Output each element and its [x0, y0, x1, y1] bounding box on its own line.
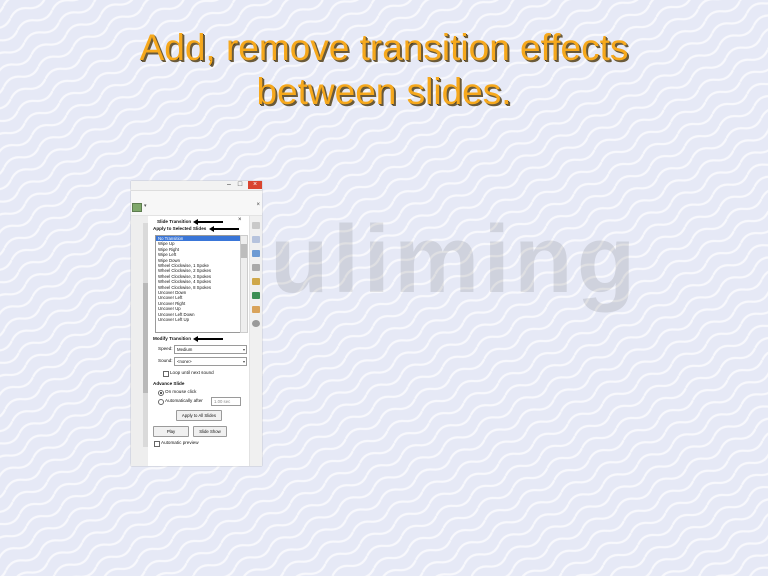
- toolbar: ×: [131, 191, 262, 216]
- properties-icon[interactable]: [252, 222, 260, 229]
- styles-icon[interactable]: [252, 236, 260, 243]
- panel-close-icon[interactable]: ×: [238, 217, 242, 223]
- speed-label: Speed:: [158, 346, 173, 351]
- auto-time-stepper[interactable]: 1.00 sec: [211, 397, 241, 406]
- scroll-thumb[interactable]: [143, 283, 148, 393]
- transition-list[interactable]: No Transition Wipe Up Wipe Right Wipe Left W…: [155, 235, 241, 333]
- screenshot-window: – □ × × ▾ Slide Transition × Apply to Se…: [131, 181, 262, 466]
- sidebar-deck: [249, 216, 262, 466]
- master-slides-icon[interactable]: [252, 278, 260, 285]
- on-mouse-click-radio[interactable]: [158, 390, 164, 396]
- annotation-arrow: [193, 336, 223, 342]
- sound-label: Sound:: [158, 358, 173, 363]
- scroll-thumb[interactable]: [241, 244, 247, 258]
- list-item[interactable]: Uncover Left Up: [156, 317, 240, 322]
- slide-transition-icon[interactable]: [252, 306, 260, 313]
- automatically-after-label: Automatically after: [165, 398, 203, 403]
- gallery-icon[interactable]: [252, 250, 260, 257]
- left-scrollbar[interactable]: [143, 223, 148, 447]
- speed-select[interactable]: Medium ▾: [174, 345, 247, 354]
- apply-all-button[interactable]: Apply to All Slides: [176, 410, 222, 421]
- slide-show-button[interactable]: Slide Show: [193, 426, 227, 437]
- slide-title-line-2: between slides.: [256, 71, 512, 112]
- list-scrollbar[interactable]: [240, 235, 248, 333]
- chevron-down-icon: ▾: [242, 347, 245, 352]
- auto-time-value: 1.00 sec: [214, 399, 231, 404]
- loop-label: Loop until next sound: [170, 370, 214, 375]
- slide-icon[interactable]: [132, 203, 142, 212]
- maximize-button[interactable]: □: [235, 181, 245, 189]
- window-titlebar: – □ ×: [131, 181, 262, 191]
- annotation-arrow: [209, 226, 239, 232]
- automatically-after-radio[interactable]: [158, 399, 164, 405]
- animation-icon[interactable]: [252, 292, 260, 299]
- automatic-preview-checkbox[interactable]: [154, 441, 160, 447]
- toolbar-dropdown-icon[interactable]: ▾: [144, 203, 147, 209]
- advance-heading: Advance Slide: [153, 381, 185, 386]
- loop-checkbox[interactable]: [163, 371, 169, 377]
- close-window-button[interactable]: ×: [248, 181, 262, 189]
- modify-heading: Modify Transition: [153, 336, 192, 341]
- on-mouse-click-label: On mouse click: [165, 389, 197, 394]
- slide-title: Add, remove transition effects between s…: [0, 26, 768, 114]
- apply-heading: Apply to Selected Slides: [153, 226, 207, 231]
- sound-select[interactable]: <none> ▾: [174, 357, 247, 366]
- annotation-arrow: [193, 219, 223, 225]
- clock-icon[interactable]: [252, 320, 260, 327]
- slide-title-line-1: Add, remove transition effects: [139, 27, 629, 68]
- play-button[interactable]: Play: [153, 426, 189, 437]
- automatic-preview-label: Automatic preview: [161, 440, 199, 445]
- chevron-down-icon: ▾: [242, 359, 245, 364]
- sound-value: <none>: [177, 359, 192, 364]
- speed-value: Medium: [177, 347, 193, 352]
- toolbar-close-icon[interactable]: ×: [256, 202, 260, 208]
- panel-title: Slide Transition: [157, 219, 192, 224]
- navigator-icon[interactable]: [252, 264, 260, 271]
- minimize-button[interactable]: –: [224, 181, 234, 189]
